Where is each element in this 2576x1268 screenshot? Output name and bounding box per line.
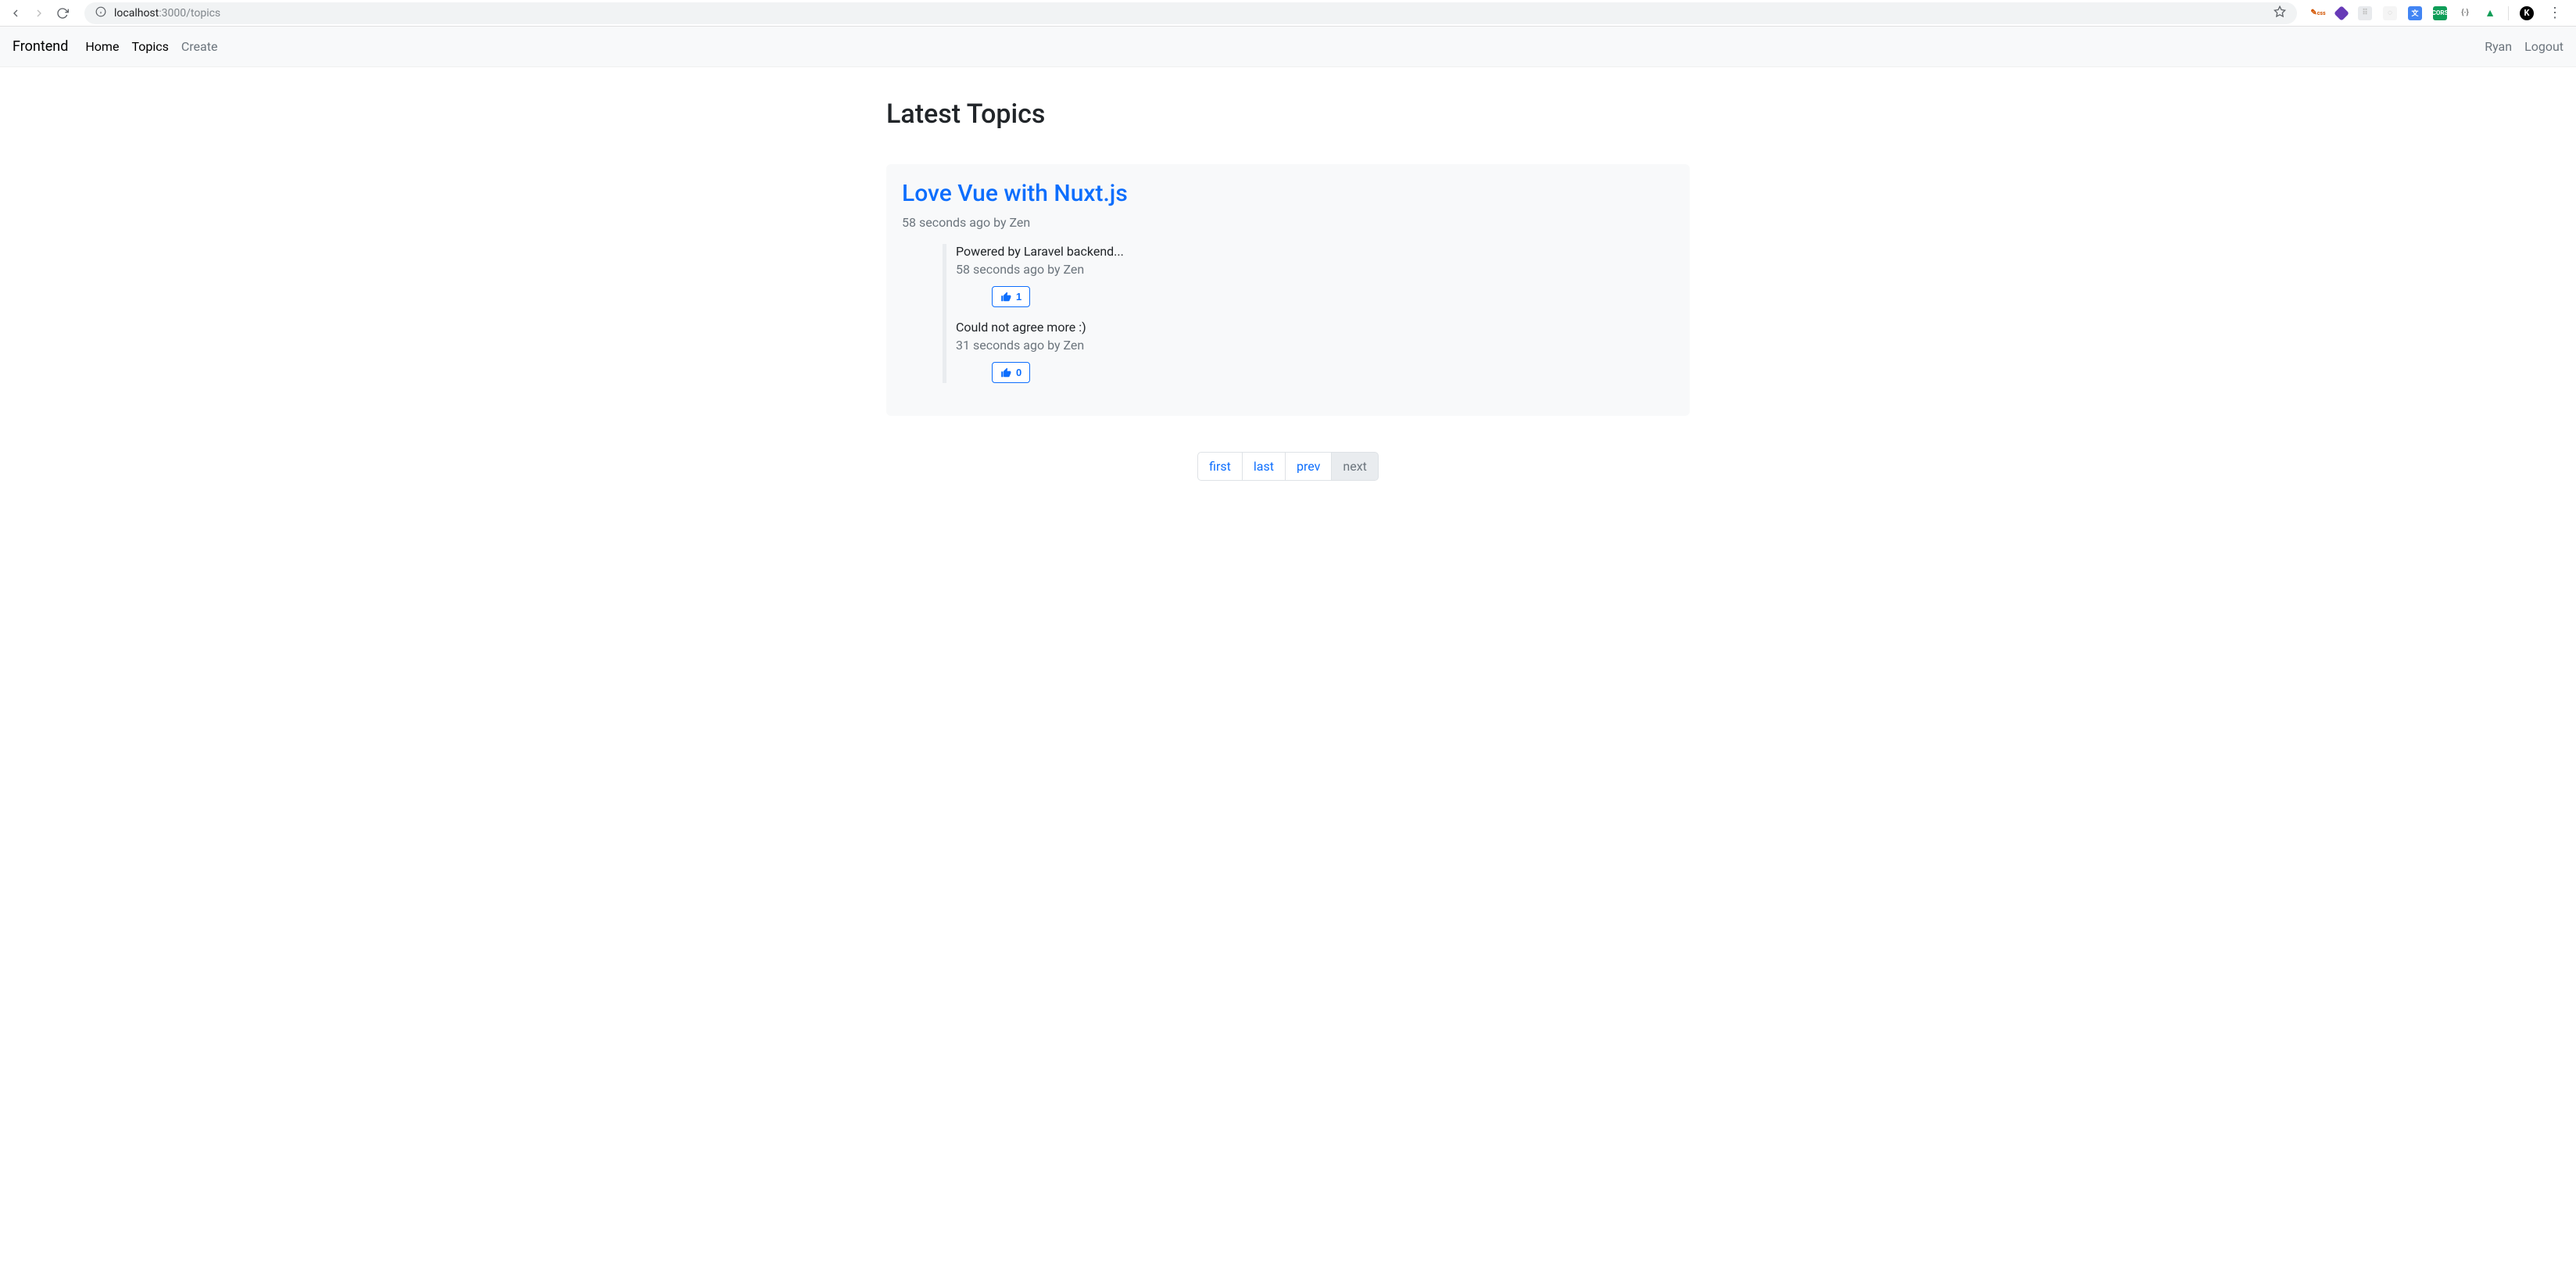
page-last[interactable]: last (1242, 452, 1286, 481)
like-count: 0 (1016, 367, 1021, 378)
extension-css-icon[interactable]: ✎css (2311, 6, 2325, 20)
nav-user[interactable]: Ryan (2485, 39, 2512, 54)
like-button[interactable]: 0 (992, 362, 1030, 383)
brand-link[interactable]: Frontend (13, 38, 68, 55)
pagination-list: first last prev next (1197, 452, 1379, 481)
post-body: Powered by Laravel backend... (956, 244, 1674, 259)
site-info-icon[interactable] (95, 6, 106, 20)
address-bar[interactable]: localhost:3000/topics (84, 2, 2297, 24)
nav-logout[interactable]: Logout (2524, 39, 2563, 54)
extension-grey-icon[interactable]: ⠿ (2358, 6, 2372, 20)
thumbs-up-icon (1000, 367, 1011, 378)
reload-button[interactable] (55, 5, 70, 21)
like-button[interactable]: 1 (992, 286, 1030, 307)
main-container: Latest Topics Love Vue with Nuxt.js 58 s… (874, 99, 1702, 481)
forward-button[interactable] (31, 5, 47, 21)
browser-toolbar: localhost:3000/topics ✎css ⠿ ◌ 文 CORS {·… (0, 0, 2576, 27)
posts-list: Powered by Laravel backend... 58 seconds… (943, 244, 1674, 383)
extension-purple-icon[interactable] (2334, 5, 2349, 21)
like-count: 1 (1016, 291, 1021, 303)
page-first[interactable]: first (1197, 452, 1243, 481)
nav-primary: Home Topics Create (85, 39, 217, 54)
extension-cors-icon[interactable]: CORS (2433, 6, 2447, 20)
extension-icons: ✎css ⠿ ◌ 文 CORS {·} ▲ K ⋮ (2311, 5, 2568, 21)
extension-grey2-icon[interactable]: ◌ (2383, 6, 2397, 20)
nav-create[interactable]: Create (181, 39, 218, 54)
page-prev[interactable]: prev (1285, 452, 1332, 481)
extension-separator (2508, 6, 2509, 20)
post-body: Could not agree more :) (956, 320, 1674, 335)
extension-mountain-icon[interactable]: ▲ (2483, 6, 2497, 20)
profile-avatar-icon[interactable]: K (2520, 6, 2534, 20)
topic-title-link[interactable]: Love Vue with Nuxt.js (902, 180, 1128, 207)
extension-json-icon[interactable]: {·} (2458, 6, 2472, 20)
thumbs-up-icon (1000, 292, 1011, 303)
post-item: Could not agree more :) 31 seconds ago b… (956, 320, 1674, 383)
post-meta: 31 seconds ago by Zen (956, 338, 1674, 353)
nav-topics[interactable]: Topics (131, 39, 168, 54)
bookmark-star-icon[interactable] (2274, 5, 2286, 21)
post-item: Powered by Laravel backend... 58 seconds… (956, 244, 1674, 307)
app-navbar: Frontend Home Topics Create Ryan Logout (0, 27, 2576, 67)
nav-home[interactable]: Home (85, 39, 119, 54)
page-title: Latest Topics (886, 99, 1690, 130)
pagination: first last prev next (886, 452, 1690, 481)
nav-right: Ryan Logout (2485, 39, 2563, 54)
topic-meta: 58 seconds ago by Zen (902, 215, 1674, 230)
extension-translate-icon[interactable]: 文 (2408, 6, 2422, 20)
page-next: next (1331, 452, 1379, 481)
topic-card: Love Vue with Nuxt.js 58 seconds ago by … (886, 164, 1690, 416)
url-text: localhost:3000/topics (114, 7, 220, 20)
post-meta: 58 seconds ago by Zen (956, 262, 1674, 277)
back-button[interactable] (8, 5, 23, 21)
browser-menu-icon[interactable]: ⋮ (2545, 5, 2565, 21)
